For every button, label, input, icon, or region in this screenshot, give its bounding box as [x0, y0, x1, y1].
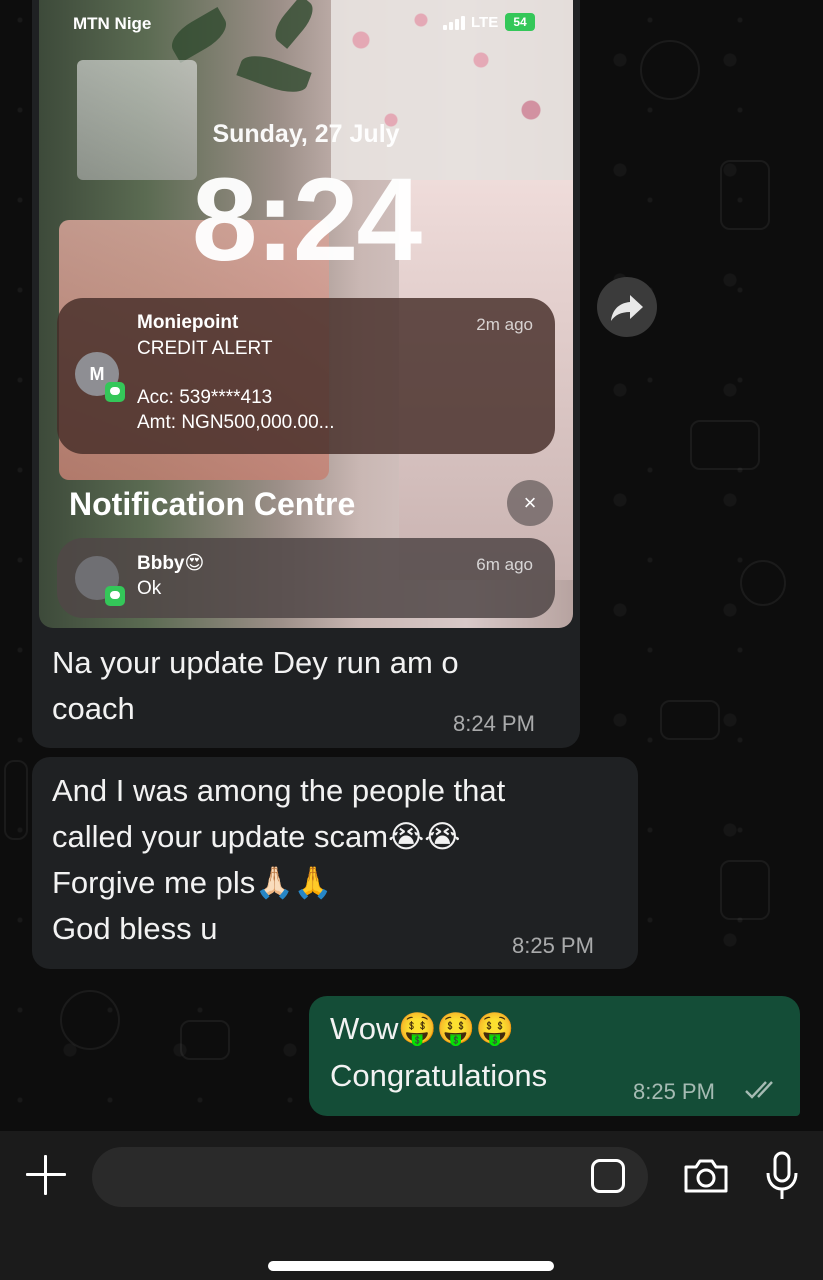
- sticker-icon[interactable]: [591, 1159, 625, 1193]
- composer-bar: [0, 1131, 823, 1280]
- notification-line: Amt: NGN500,000.00...: [137, 412, 335, 433]
- message-text-line: Forgive me pls🙏🏻🙏: [52, 865, 333, 900]
- notification-time: 6m ago: [476, 555, 533, 574]
- message-timestamp: 8:25 PM: [512, 933, 594, 958]
- notification-line: Ok: [137, 578, 162, 599]
- notification-time: 2m ago: [476, 315, 533, 334]
- plus-icon[interactable]: [24, 1153, 68, 1197]
- notification-centre-title: Notification Centre: [69, 486, 356, 522]
- notification-sender: Bbby😍: [137, 553, 205, 574]
- battery-icon: 54: [505, 13, 535, 31]
- network-type: LTE: [471, 14, 499, 31]
- notification-sender: Moniepoint: [137, 312, 239, 333]
- message-text-line: And I was among the people that: [52, 773, 506, 808]
- notification-title: CREDIT ALERT: [137, 338, 273, 359]
- double-check-icon: [745, 1081, 773, 1099]
- message-text-line: called your update scam😭😭: [52, 819, 461, 854]
- message-text-line: Na your update Dey run am o: [52, 645, 459, 680]
- carrier-name: MTN Nige: [73, 14, 152, 33]
- message-input[interactable]: [92, 1147, 648, 1207]
- forward-button[interactable]: [597, 277, 657, 337]
- notification-line: Acc: 539****413: [137, 387, 273, 408]
- forward-icon: [611, 295, 643, 321]
- close-icon: ×: [507, 480, 553, 526]
- message-text-line: coach: [52, 691, 135, 726]
- lockscreen-time: 8:24: [191, 154, 422, 286]
- lockscreen-date: Sunday, 27 July: [212, 120, 400, 148]
- microphone-icon[interactable]: [764, 1151, 800, 1201]
- message-text-line: Wow🤑🤑🤑: [330, 1011, 515, 1046]
- message-text-line: God bless u: [52, 911, 218, 946]
- message-text-line: Congratulations: [330, 1058, 548, 1093]
- signal-icon: [443, 16, 467, 30]
- camera-icon[interactable]: [682, 1157, 730, 1195]
- notification-moniepoint: M Moniepoint CREDIT ALERT Acc: 539****41…: [57, 298, 555, 454]
- message-timestamp: 8:24 PM: [453, 711, 535, 736]
- notification-whatsapp: Bbby😍 Ok 6m ago: [57, 538, 555, 618]
- messages-app-icon: [105, 382, 125, 402]
- phone-status-bar: MTN Nige LTE 54: [39, 0, 573, 46]
- message-timestamp: 8:25 PM: [633, 1079, 715, 1104]
- whatsapp-app-icon: [105, 586, 125, 606]
- attached-screenshot[interactable]: MTN Nige LTE 54 Sunday, 27 July 8:24 M M…: [39, 0, 573, 628]
- home-indicator: [268, 1261, 554, 1271]
